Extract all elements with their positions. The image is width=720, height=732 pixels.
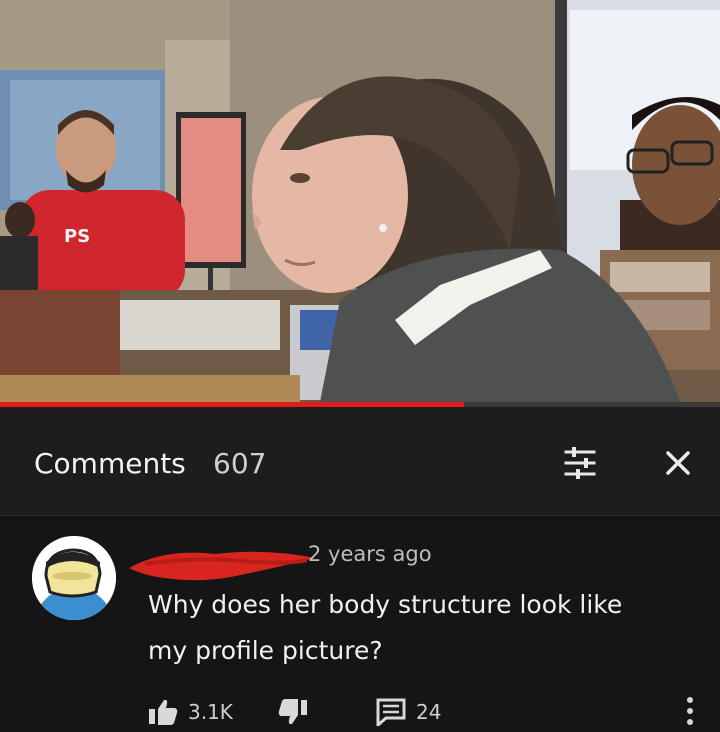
- comment-bubble-icon: [376, 698, 406, 726]
- reply-count: 24: [416, 700, 442, 724]
- video-player[interactable]: PS: [0, 0, 720, 402]
- sort-filter-button[interactable]: [560, 445, 600, 481]
- more-vertical-icon: [687, 697, 693, 725]
- like-count: 3.1K: [188, 700, 233, 724]
- comments-count: 607: [213, 447, 267, 480]
- more-options-button[interactable]: [682, 694, 698, 728]
- like-button[interactable]: 3.1K: [148, 698, 233, 726]
- redacted-author-name: [129, 551, 315, 581]
- comment-timestamp: 2 years ago: [308, 542, 432, 566]
- dislike-button[interactable]: [278, 698, 308, 726]
- shirt-logo-text: PS: [64, 226, 90, 247]
- close-icon: [666, 451, 690, 475]
- cartoon-avatar-icon: [32, 536, 116, 620]
- video-frame: PS: [0, 0, 720, 402]
- comment-body: Why does her body structure look like my…: [148, 582, 688, 674]
- sliders-icon: [564, 447, 596, 479]
- comments-title: Comments: [34, 447, 186, 480]
- thumbs-down-icon: [278, 699, 307, 725]
- comment-line-1: Why does her body structure look like: [148, 590, 623, 619]
- reply-button[interactable]: 24: [376, 698, 441, 726]
- avatar[interactable]: [32, 536, 116, 620]
- comment-item: 2 years ago Why does her body structure …: [0, 516, 720, 732]
- close-comments-button[interactable]: [660, 445, 696, 481]
- comment-line-2: my profile picture?: [148, 636, 383, 665]
- comments-header: Comments 607: [0, 407, 720, 516]
- thumbs-up-icon: [149, 699, 178, 725]
